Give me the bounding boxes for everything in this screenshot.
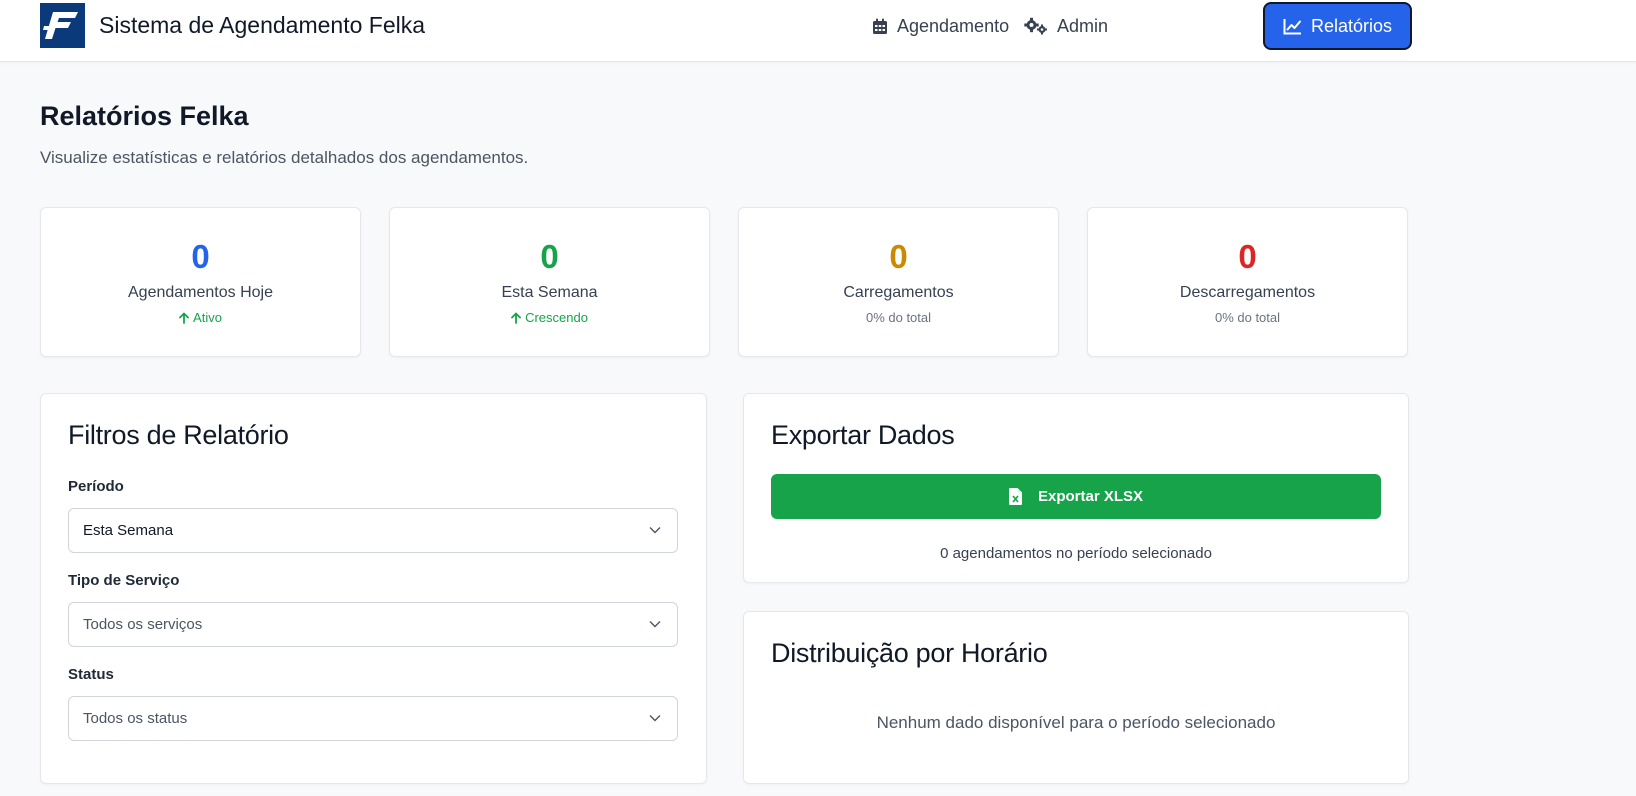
- stat-label: Esta Semana: [501, 284, 598, 301]
- status-select[interactable]: Todos os status: [68, 696, 678, 741]
- stat-label: Descarregamentos: [1179, 284, 1316, 301]
- file-excel-icon: [1008, 488, 1022, 505]
- chevron-down-icon: [649, 621, 661, 628]
- period-select[interactable]: Esta Semana: [68, 508, 678, 553]
- export-xlsx-button[interactable]: Exportar XLSX: [771, 474, 1381, 519]
- stat-trend: Crescendo: [390, 310, 709, 325]
- stat-value: 0: [540, 238, 559, 275]
- stat-label: Carregamentos: [843, 284, 954, 301]
- page-subtitle: Visualize estatísticas e relatórios deta…: [40, 148, 529, 167]
- arrow-up-icon: [511, 312, 521, 324]
- stat-trend-label: 0% do total: [1214, 310, 1281, 325]
- chart-line-icon: [1283, 18, 1301, 34]
- status-placeholder: Todos os status: [83, 710, 188, 727]
- nav-admin-label: Admin: [1057, 15, 1109, 36]
- chevron-down-icon: [649, 527, 661, 534]
- distribution-panel: Distribuição por Horário Nenhum dado dis…: [743, 611, 1409, 784]
- nav-relatorios-label: Relatórios: [1311, 15, 1393, 36]
- stat-trend-label: Crescendo: [525, 310, 588, 325]
- status-label: Status: [68, 666, 114, 683]
- stat-card-carregamentos: 0 Carregamentos 0% do total: [738, 207, 1059, 357]
- distribution-title: Distribuição por Horário: [771, 638, 1048, 668]
- nav-agendamento-label: Agendamento: [897, 15, 1010, 36]
- page-title: Relatórios Felka: [40, 101, 249, 131]
- filters-title: Filtros de Relatório: [68, 420, 289, 450]
- export-info: 0 agendamentos no período selecionado: [940, 545, 1212, 562]
- gears-icon: [1024, 17, 1047, 35]
- main-nav: Agendamento Admin Relatórios: [873, 2, 1413, 50]
- nav-agendamento[interactable]: Agendamento: [872, 2, 1009, 50]
- stat-trend: Ativo: [41, 310, 360, 325]
- service-type-select[interactable]: Todos os serviços: [68, 602, 678, 647]
- stat-value: 0: [889, 238, 908, 275]
- distribution-empty-message: Nenhum dado disponível para o período se…: [876, 713, 1276, 732]
- stat-card-agendamentos-hoje: 0 Agendamentos Hoje Ativo: [40, 207, 361, 357]
- export-panel: Exportar Dados Exportar XLSX 0 agendamen…: [743, 393, 1409, 583]
- export-xlsx-label: Exportar XLSX: [1037, 488, 1144, 505]
- service-type-placeholder: Todos os serviços: [83, 616, 203, 633]
- stat-value: 0: [191, 238, 210, 275]
- stat-card-descarregamentos: 0 Descarregamentos 0% do total: [1087, 207, 1408, 357]
- stat-label: Agendamentos Hoje: [128, 284, 273, 301]
- stat-trend: 0% do total: [739, 310, 1058, 325]
- brand[interactable]: Sistema de Agendamento Felka: [40, 3, 425, 48]
- chevron-down-icon: [649, 715, 661, 722]
- nav-relatorios[interactable]: Relatórios: [1263, 2, 1413, 50]
- stat-trend-label: Ativo: [193, 310, 222, 325]
- export-title: Exportar Dados: [771, 420, 955, 450]
- period-label: Período: [68, 478, 124, 495]
- stat-trend-label: 0% do total: [865, 310, 932, 325]
- stat-value: 0: [1238, 238, 1257, 275]
- calendar-icon: [873, 18, 887, 34]
- period-select-value: Esta Semana: [83, 522, 174, 539]
- felka-logo: [40, 3, 85, 48]
- stat-trend: 0% do total: [1088, 310, 1407, 325]
- nav-admin[interactable]: Admin: [1024, 2, 1108, 50]
- arrow-up-icon: [179, 312, 189, 324]
- filters-panel: Filtros de Relatório Período Esta Semana…: [40, 393, 707, 784]
- app-title: Sistema de Agendamento Felka: [99, 12, 426, 38]
- top-navbar: Sistema de Agendamento Felka Agendamento: [0, 0, 1636, 62]
- service-type-label: Tipo de Serviço: [68, 572, 180, 589]
- stat-card-esta-semana: 0 Esta Semana Crescendo: [389, 207, 710, 357]
